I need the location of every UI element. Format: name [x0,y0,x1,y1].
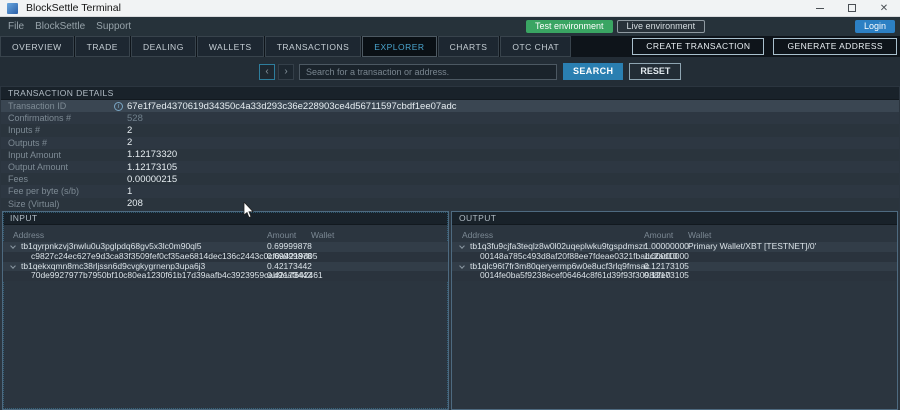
inputs-count-value: 2 [127,125,132,136]
chevron-right-icon: › [284,66,287,77]
explorer-search-bar: ‹ › SEARCH RESET [0,57,900,86]
main-tab-bar: OVERVIEW TRADE DEALING WALLETS TRANSACTI… [0,36,900,57]
size-virtual-value: 208 [127,198,143,209]
outputs-count-value: 2 [127,137,132,148]
window-controls: ✕ [804,0,900,16]
detail-label: Transaction ID [1,101,114,111]
tab-trade[interactable]: TRADE [75,36,130,57]
detail-label: Size (Virtual) [1,199,114,209]
column-header-address: Address [462,230,493,240]
environment-toggle: Test environment Live environment [526,20,705,33]
maximize-button[interactable] [836,0,868,16]
transaction-details-grid: Transaction ID i 67e1f7ed4370619d34350c4… [1,100,899,210]
minimize-button[interactable] [804,0,836,16]
detail-row-input-amount: Input Amount 1.12173320 [1,149,899,161]
address-cell: 0014fe0ba5f9238ecef06464c8f61d39f93f3098… [480,271,671,281]
transaction-id-value: 67e1f7ed4370619d34350c4a33d293c36e228903… [127,101,456,112]
create-transaction-button[interactable]: CREATE TRANSACTION [632,38,764,55]
detail-row-confirmations: Confirmations # 528 [1,112,899,124]
detail-row-outputs-count: Outputs # 2 [1,137,899,149]
amount-cell: 0.12173105 [644,271,689,281]
history-forward-button[interactable]: › [278,64,294,80]
expand-icon[interactable] [459,263,465,269]
input-panel: INPUT Address Amount Wallet tb1qyrpnkzvj… [2,211,449,410]
tab-otc-chat[interactable]: OTC CHAT [500,36,571,57]
detail-label: Confirmations # [1,113,114,123]
expand-icon[interactable] [10,263,16,269]
expand-icon[interactable] [459,243,465,249]
output-panel-header: OUTPUT [452,212,897,225]
tab-transactions[interactable]: TRANSACTIONS [265,36,362,57]
wallet-cell: Primary Wallet/XBT [TESTNET]/0' [688,242,816,252]
maximize-icon [848,4,856,12]
generate-address-button[interactable]: GENERATE ADDRESS [773,38,897,55]
input-amount-value: 1.12173320 [127,149,177,160]
column-header-wallet: Wallet [688,230,711,240]
detail-row-inputs-count: Inputs # 2 [1,124,899,136]
output-amount-value: 1.12173105 [127,162,177,173]
minimize-icon [816,8,824,9]
tab-explorer[interactable]: EXPLORER [362,36,436,57]
login-button[interactable]: Login [855,20,895,33]
info-icon[interactable]: i [114,102,123,111]
output-panel: OUTPUT Address Amount Wallet tb1q3fu9cjf… [451,211,898,410]
tab-wallets[interactable]: WALLETS [197,36,264,57]
transaction-details-header: TRANSACTION DETAILS [1,87,899,100]
app-logo-icon [7,3,18,14]
test-environment-button[interactable]: Test environment [526,20,613,33]
close-button[interactable]: ✕ [868,0,900,16]
tab-bar-actions: CREATE TRANSACTION GENERATE ADDRESS [623,36,897,57]
input-panel-header: INPUT [3,212,448,225]
tab-charts[interactable]: CHARTS [438,36,500,57]
title-bar: BlockSettle Terminal ✕ [0,0,900,17]
detail-row-transaction-id[interactable]: Transaction ID i 67e1f7ed4370619d34350c4… [1,100,899,112]
detail-label: Fee per byte (s/b) [1,186,114,196]
close-icon: ✕ [880,3,888,14]
detail-label: Fees [1,174,114,184]
detail-row-size: Size (Virtual) 208 [1,198,899,210]
column-header-amount: Amount [644,230,673,240]
history-back-button[interactable]: ‹ [259,64,275,80]
column-header-wallet: Wallet [311,230,334,240]
detail-row-output-amount: Output Amount 1.12173105 [1,161,899,173]
menu-blocksettle[interactable]: BlockSettle [33,21,87,32]
tab-overview[interactable]: OVERVIEW [0,36,74,57]
menu-file[interactable]: File [6,21,26,32]
fee-per-byte-value: 1 [127,186,132,197]
amount-cell: 0.42173442 [267,271,312,281]
search-input[interactable] [299,64,557,80]
table-row[interactable]: 0014fe0ba5f9238ecef06464c8f61d39f93f3098… [452,271,897,281]
blocksettle-terminal-window: { "window": { "title": "BlockSettle Term… [0,0,900,409]
chevron-left-icon: ‹ [265,66,268,77]
live-environment-button[interactable]: Live environment [617,20,706,33]
detail-label: Input Amount [1,150,114,160]
window-title: BlockSettle Terminal [26,2,121,14]
column-header-address: Address [13,230,44,240]
tab-dealing[interactable]: DEALING [131,36,196,57]
detail-label: Inputs # [1,125,114,135]
column-header-amount: Amount [267,230,296,240]
search-button[interactable]: SEARCH [563,63,623,80]
confirmations-value: 528 [127,113,143,124]
detail-row-fees: Fees 0.00000215 [1,173,899,185]
table-row[interactable]: 70de9927977b7950bf10c80ea1230f61b17d39aa… [3,271,448,281]
fees-value: 0.00000215 [127,174,177,185]
menu-support[interactable]: Support [94,21,133,32]
detail-label: Outputs # [1,138,114,148]
detail-row-fee-per-byte: Fee per byte (s/b) 1 [1,185,899,197]
expand-icon[interactable] [10,243,16,249]
reset-button[interactable]: RESET [629,63,681,80]
detail-label: Output Amount [1,162,114,172]
menu-bar: File BlockSettle Support Test environmen… [0,17,900,36]
